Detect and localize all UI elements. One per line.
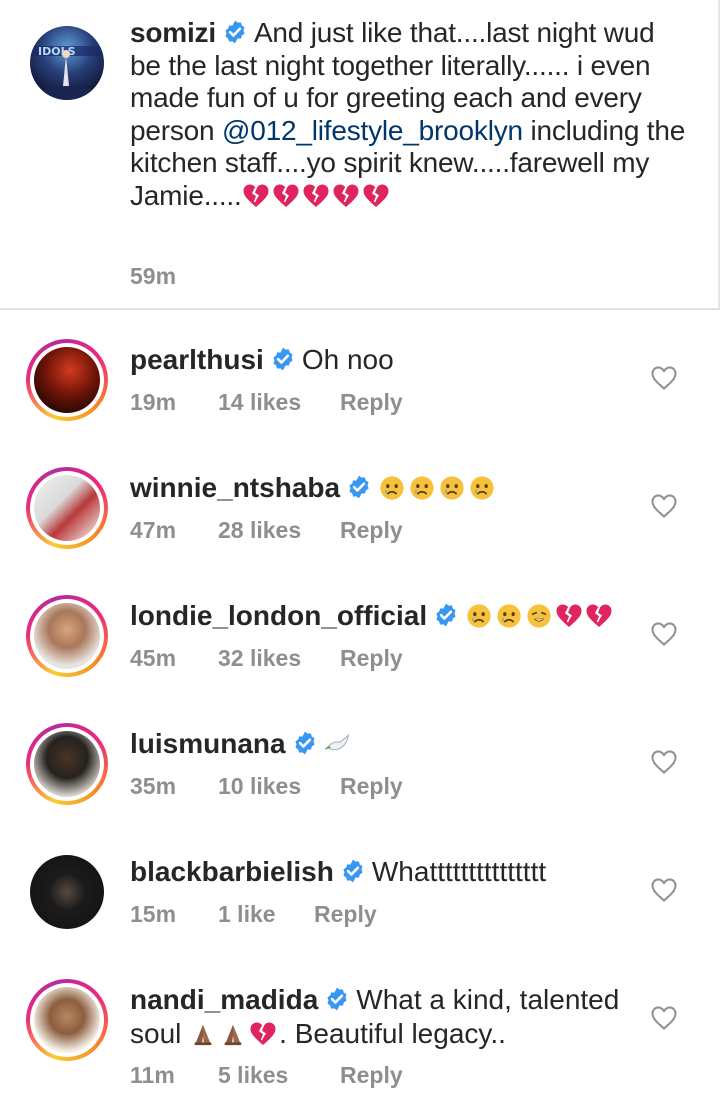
comment-item: winnie_ntshaba 47m 28 likes Reply: [0, 459, 720, 587]
story-ring[interactable]: [26, 339, 108, 421]
comment-likes[interactable]: 10 likes: [218, 773, 301, 800]
comment-item: londie_london_official 45m 32 likes Reply: [0, 587, 720, 715]
like-heart-icon[interactable]: [650, 749, 678, 775]
reply-button[interactable]: Reply: [340, 1062, 403, 1089]
verified-badge-icon: [292, 730, 318, 756]
reply-button[interactable]: Reply: [314, 901, 377, 928]
avatar-somizi[interactable]: IDOLS: [30, 26, 104, 100]
broken-heart-emoji-icon: [302, 183, 330, 209]
crying-face-emoji-icon: [495, 603, 523, 629]
avatar: [34, 603, 100, 669]
broken-heart-emoji-icon: [272, 183, 300, 209]
verified-badge-icon: [222, 19, 248, 45]
broken-heart-emoji-icon: [585, 603, 613, 629]
crying-face-emoji-icon: [468, 475, 496, 501]
comment-username[interactable]: pearlthusi: [130, 344, 264, 375]
comment-timestamp: 35m: [130, 773, 177, 799]
comment-timestamp: 45m: [130, 645, 177, 671]
dove-emoji-icon: [324, 731, 352, 757]
crying-face-emoji-icon: [465, 603, 493, 629]
like-heart-icon[interactable]: [650, 365, 678, 391]
comment-username[interactable]: winnie_ntshaba: [130, 472, 340, 503]
comment-text: blackbarbielish Whattttttttttttttt: [130, 855, 650, 889]
verified-badge-icon: [270, 346, 296, 372]
reply-button[interactable]: Reply: [340, 389, 403, 416]
broken-heart-emoji-icon: [249, 1021, 277, 1047]
avatar: [34, 731, 100, 797]
crying-face-emoji-icon: [438, 475, 466, 501]
like-heart-icon[interactable]: [650, 621, 678, 647]
comment-body: Whattttttttttttttt: [371, 856, 547, 887]
reply-button[interactable]: Reply: [340, 773, 403, 800]
verified-badge-icon: [340, 858, 366, 884]
avatar-stage-icon: IDOLS: [30, 45, 104, 100]
comment-timestamp: 11m: [130, 1062, 175, 1088]
broken-heart-emoji-icon: [242, 183, 270, 209]
like-heart-icon[interactable]: [650, 493, 678, 519]
comment-username[interactable]: blackbarbielish: [130, 856, 334, 887]
comment-text: nandi_madida What a kind, talented soul .…: [130, 983, 630, 1051]
avatar: [34, 347, 100, 413]
like-heart-icon[interactable]: [650, 877, 678, 903]
comment-username[interactable]: luismunana: [130, 728, 286, 759]
verified-badge-icon: [346, 474, 372, 500]
comment-text: luismunana: [130, 727, 650, 761]
story-ring[interactable]: [26, 979, 108, 1061]
comment-likes[interactable]: 28 likes: [218, 517, 301, 544]
caption-mention-link[interactable]: @012_lifestyle_brooklyn: [222, 115, 523, 146]
verified-badge-icon: [324, 986, 350, 1012]
avatar: [34, 987, 100, 1053]
comment-body: Oh noo: [301, 344, 394, 375]
caption-emoji-group: [242, 180, 392, 211]
comment-timestamp: 15m: [130, 901, 177, 927]
avatar[interactable]: [30, 855, 104, 929]
caption-timestamp: 59m: [130, 263, 177, 289]
comment-likes[interactable]: 32 likes: [218, 645, 301, 672]
folded-hands-emoji-icon: [189, 1021, 217, 1047]
caption-username[interactable]: somizi: [130, 17, 216, 48]
comment-item: pearlthusi Oh noo 19m 14 likes Reply: [0, 331, 720, 459]
reply-button[interactable]: Reply: [340, 645, 403, 672]
like-heart-icon[interactable]: [650, 1005, 678, 1031]
comment-body-continued: . Beautiful legacy..: [279, 1018, 506, 1049]
story-ring[interactable]: [26, 467, 108, 549]
crying-face-emoji-icon: [378, 475, 406, 501]
comment-text: londie_london_official: [130, 599, 650, 633]
comment-username[interactable]: londie_london_official: [130, 600, 427, 631]
comment-likes[interactable]: 5 likes: [218, 1062, 288, 1089]
comment-item: nandi_madida What a kind, talented soul .…: [0, 971, 720, 1099]
comment-text: winnie_ntshaba: [130, 471, 650, 505]
comment-text: pearlthusi Oh noo: [130, 343, 650, 377]
story-ring[interactable]: [26, 723, 108, 805]
broken-heart-emoji-icon: [362, 183, 390, 209]
weary-face-emoji-icon: [525, 603, 553, 629]
crying-face-emoji-icon: [408, 475, 436, 501]
broken-heart-emoji-icon: [555, 603, 583, 629]
comment-likes[interactable]: 14 likes: [218, 389, 301, 416]
comment-timestamp: 47m: [130, 517, 177, 543]
caption-text: somizi And just like that....last night w…: [130, 17, 690, 212]
folded-hands-emoji-icon: [219, 1021, 247, 1047]
avatar: [34, 475, 100, 541]
comment-timestamp: 19m: [130, 389, 177, 415]
svg-text:IDOLS: IDOLS: [38, 45, 76, 58]
comment-username[interactable]: nandi_madida: [130, 984, 318, 1015]
reply-button[interactable]: Reply: [340, 517, 403, 544]
story-ring[interactable]: [26, 595, 108, 677]
divider: [0, 308, 720, 310]
post-caption: IDOLS somizi And just like that....last n…: [0, 0, 720, 308]
broken-heart-emoji-icon: [332, 183, 360, 209]
comment-item: blackbarbielish Whattttttttttttttt 15m 1 li…: [0, 843, 720, 971]
verified-badge-icon: [433, 602, 459, 628]
comment-item: luismunana 35m 10 likes Reply: [0, 715, 720, 843]
comment-likes[interactable]: 1 like: [218, 901, 276, 928]
